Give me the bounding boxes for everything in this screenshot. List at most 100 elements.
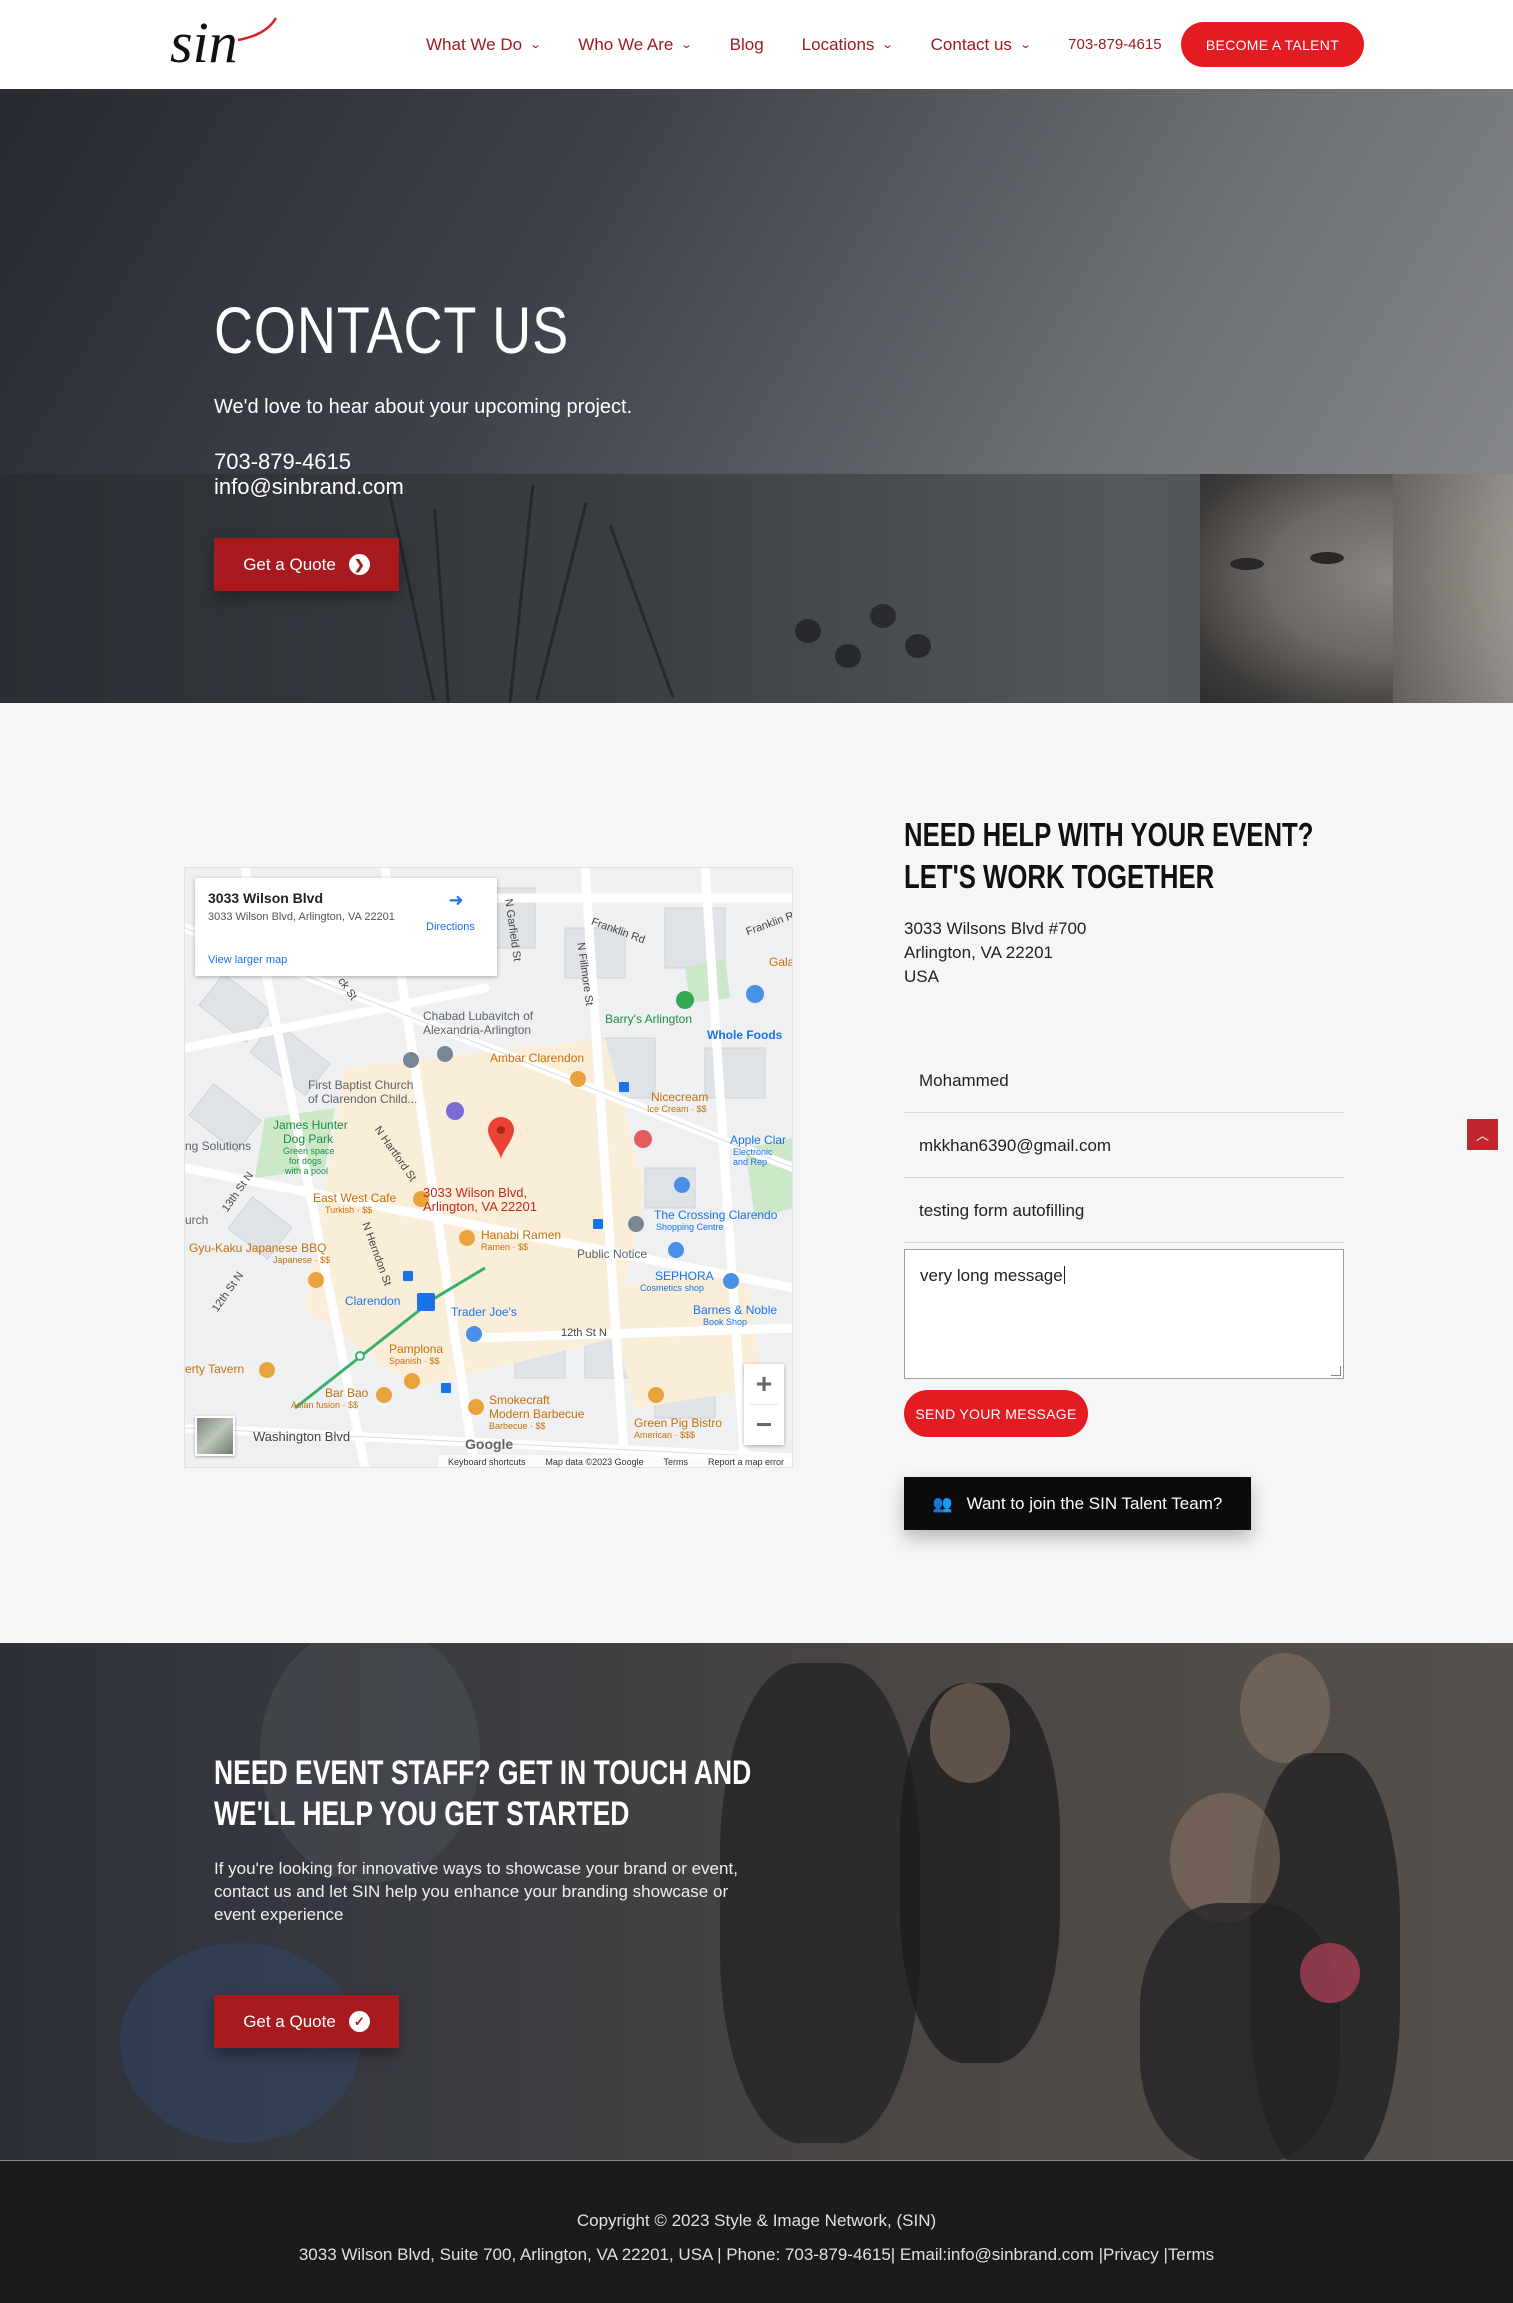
logo-text: sin	[170, 10, 238, 74]
chevron-down-icon: ⌄	[529, 39, 543, 51]
satellite-thumbnail	[197, 1418, 233, 1454]
map-poi-label: ng Solutions	[185, 1139, 252, 1153]
site-footer: Copyright © 2023 Style & Image Network, …	[0, 2161, 1513, 2303]
zoom-out-button[interactable]: −	[744, 1405, 784, 1445]
map-poi-label: Shopping Centre	[656, 1222, 724, 1232]
directions-icon[interactable]: ➜	[447, 890, 465, 910]
scroll-to-top-button[interactable]: ︿	[1467, 1119, 1498, 1150]
hero-contact-info: 703-879-4615 info@sinbrand.com	[214, 449, 404, 499]
message-textarea[interactable]: very long message	[904, 1249, 1344, 1379]
map-poi-label: Barnes & Noble	[693, 1303, 778, 1317]
map-poi-label: Barry's Arlington	[605, 1012, 692, 1026]
view-larger-map-link[interactable]: View larger map	[208, 954, 287, 966]
address-line: 3033 Wilsons Blvd #700	[904, 919, 1087, 938]
nav-contact-us[interactable]: Contact us ⌄	[931, 35, 1032, 55]
google-map-embed[interactable]: 3033 Wilson Blvd, Arlington, VA 22201 Cha…	[184, 867, 793, 1468]
sin-logo[interactable]: sin	[168, 10, 280, 74]
button-label: Want to join the SIN Talent Team?	[966, 1493, 1223, 1513]
name-field[interactable]: Mohammed	[904, 1050, 1344, 1113]
google-logo: Google	[465, 1436, 514, 1452]
map-zoom-controls: + −	[744, 1364, 784, 1445]
nav-label: Who We Are	[578, 34, 674, 54]
nav-what-we-do[interactable]: What We Do ⌄	[426, 34, 543, 55]
background-face	[930, 1683, 1010, 1783]
map-poi-label: and Rep	[733, 1157, 768, 1167]
map-terms-link[interactable]: Terms	[664, 1457, 689, 1467]
map-poi-label: for dogs	[289, 1156, 322, 1166]
map-poi-label: of Clarendon Child...	[308, 1092, 418, 1106]
portrait-eye	[1230, 558, 1264, 570]
map-poi-label: James Hunter	[273, 1118, 348, 1132]
decorative-flower	[795, 619, 821, 643]
map-poi-label: Green space	[283, 1146, 335, 1156]
hero-phone[interactable]: 703-879-4615	[214, 449, 404, 474]
nav-blog[interactable]: Blog	[730, 35, 764, 55]
nav-who-we-are[interactable]: Who We Are ⌄	[578, 34, 694, 55]
map-poi-label: Spanish · $$	[389, 1356, 440, 1366]
arrow-right-circle-icon: ❯	[348, 554, 370, 575]
resize-grip-icon[interactable]	[1331, 1366, 1341, 1376]
keyboard-shortcuts-link[interactable]: Keyboard shortcuts	[448, 1457, 526, 1467]
map-poi-label: Smokecraft	[489, 1393, 550, 1407]
email-field[interactable]: mkkhan6390@gmail.com	[904, 1115, 1344, 1178]
get-quote-button[interactable]: Get a Quote ✓	[214, 1995, 399, 2048]
decorative-flower	[905, 634, 931, 658]
office-address: 3033 Wilsons Blvd #700 Arlington, VA 222…	[904, 917, 1086, 989]
map-poi-label: Trader Joe's	[451, 1305, 517, 1319]
become-talent-button[interactable]: BECOME A TALENT	[1181, 22, 1364, 67]
message-text: very long message	[920, 1266, 1063, 1285]
nav-phone-link[interactable]: 703-879-4615	[1068, 36, 1161, 53]
map-poi-label: Alexandria-Arlington	[423, 1023, 532, 1037]
decorative-flower	[835, 644, 861, 668]
map-poi-label: East West Cafe	[313, 1191, 397, 1205]
map-poi-label: Turkish · $$	[325, 1205, 373, 1215]
chevron-down-icon: ⌄	[1019, 39, 1032, 51]
map-poi-label: First Baptist Church	[308, 1078, 414, 1092]
map-poi-label: Modern Barbecue	[489, 1407, 585, 1421]
map-poi-label: Barbecue · $$	[489, 1421, 546, 1431]
send-message-button[interactable]: SEND YOUR MESSAGE	[904, 1390, 1088, 1437]
hero-section: CONTACT US We'd love to hear about your …	[0, 89, 1513, 703]
zoom-in-button[interactable]: +	[744, 1364, 784, 1404]
chevron-down-icon: ⌄	[680, 39, 694, 51]
address-line: USA	[904, 967, 939, 986]
map-poi-label: The Crossing Clarendo	[654, 1208, 778, 1222]
map-pin-label: 3033 Wilson Blvd, Arlington, VA 22201	[423, 1185, 537, 1214]
chevron-up-icon: ︿	[1475, 1128, 1489, 1143]
users-icon: 👥	[932, 1495, 953, 1513]
map-poi-label: Japanese · $$	[273, 1255, 331, 1265]
map-satellite-toggle[interactable]	[195, 1416, 235, 1456]
map-place-title: 3033 Wilson Blvd	[208, 890, 324, 906]
background-face	[1240, 1653, 1330, 1763]
get-quote-button[interactable]: Get a Quote ❯	[214, 538, 399, 591]
map-poi-label: Bar Bao	[325, 1386, 369, 1400]
map-poi-label: SEPHORA	[655, 1269, 714, 1283]
map-place-card: 3033 Wilson Blvd 3033 Wilson Blvd, Arlin…	[195, 878, 497, 976]
map-poi-label: Public Notice	[577, 1247, 648, 1261]
map-poi-label: with a pool	[285, 1166, 329, 1176]
map-poi-label: Chabad Lubavitch of	[423, 1009, 534, 1023]
nav-locations[interactable]: Locations ⌄	[802, 35, 895, 55]
map-poi-label: Book Shop	[703, 1317, 748, 1327]
map-street-label: Washington Blvd	[253, 1429, 351, 1444]
map-poi-label: urch	[185, 1213, 209, 1227]
map-poi-label: Cosmetics shop	[640, 1283, 705, 1293]
cta-description: If you're looking for innovative ways to…	[214, 1859, 738, 1924]
map-poi-label: Apple Clar	[730, 1133, 787, 1147]
portrait-hair	[1393, 474, 1513, 703]
page-title: CONTACT US	[214, 293, 569, 367]
map-poi-label: Gyu-Kaku Japanese BBQ	[189, 1241, 327, 1255]
site-header: sin What We Do ⌄ Who We Are ⌄ Blog Locatio…	[0, 0, 1513, 89]
hero-email[interactable]: info@sinbrand.com	[214, 474, 404, 499]
map-footer-bar: Keyboard shortcuts Map data ©2023 Google…	[438, 1455, 792, 1467]
directions-link[interactable]: Directions	[426, 921, 475, 933]
map-poi-label: 12th St N	[561, 1327, 607, 1339]
text-caret	[1063, 1266, 1065, 1284]
map-poi-label: Nicecream	[651, 1090, 709, 1104]
report-map-error-link[interactable]: Report a map error	[708, 1457, 784, 1467]
nav-label: What We Do	[426, 34, 523, 54]
chevron-down-icon: ⌄	[881, 39, 895, 51]
footer-contact-line: 3033 Wilson Blvd, Suite 700, Arlington, …	[298, 2245, 1215, 2264]
subject-field[interactable]: testing form autofilling	[904, 1180, 1344, 1243]
join-talent-team-button[interactable]: 👥 Want to join the SIN Talent Team?	[904, 1477, 1251, 1530]
